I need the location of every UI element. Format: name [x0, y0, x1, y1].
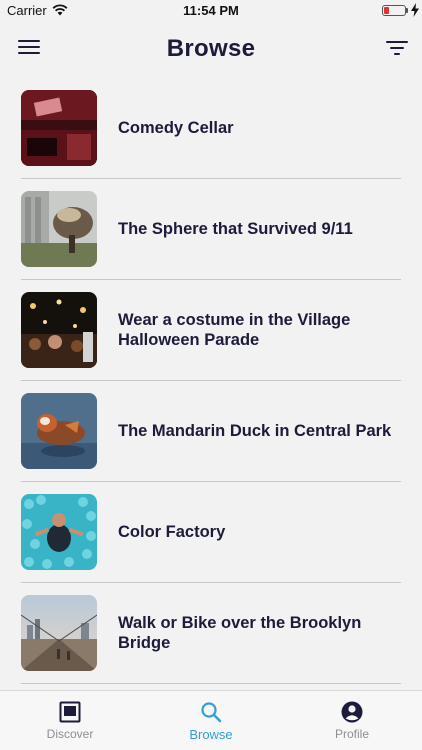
tab-bar: Discover Browse Profile	[0, 690, 422, 750]
status-time: 11:54 PM	[183, 3, 239, 18]
list-item[interactable]: Walk or Bike over the Brooklyn Bridge	[0, 583, 422, 684]
page-title: Browse	[166, 35, 256, 62]
navigation-bar: Browse	[0, 22, 422, 78]
item-thumbnail	[21, 595, 97, 671]
item-thumbnail	[21, 90, 97, 166]
charging-bolt-icon	[411, 3, 419, 17]
tab-browse[interactable]: Browse	[141, 691, 281, 750]
list-item[interactable]: The Mandarin Duck in Central Park	[0, 381, 422, 482]
item-title: Wear a costume in the Village Halloween …	[118, 311, 351, 349]
tab-profile[interactable]: Profile	[282, 691, 422, 750]
tab-discover[interactable]: Discover	[0, 691, 140, 750]
item-thumbnail	[21, 494, 97, 570]
browse-screen: Carrier 11:54 PM Browse Comedy Cellar Th…	[0, 0, 422, 750]
list-item[interactable]: Comedy Cellar	[0, 78, 422, 179]
profile-icon	[341, 701, 363, 723]
divider	[21, 683, 401, 684]
filter-icon[interactable]	[386, 41, 408, 59]
browse-list: Comedy Cellar The Sphere that Survived 9…	[0, 78, 422, 684]
item-thumbnail	[21, 393, 97, 469]
item-title: Walk or Bike over the Brooklyn Bridge	[118, 614, 362, 652]
list-item[interactable]: The Sphere that Survived 9/11	[0, 179, 422, 280]
item-thumbnail	[21, 191, 97, 267]
item-title: The Mandarin Duck in Central Park	[118, 422, 392, 440]
search-icon	[201, 702, 222, 723]
battery-icon	[382, 5, 406, 16]
item-title: Color Factory	[118, 523, 226, 541]
item-title: The Sphere that Survived 9/11	[118, 220, 353, 238]
battery-cap	[406, 8, 408, 13]
tab-label: Profile	[334, 727, 369, 741]
status-bar: Carrier 11:54 PM	[0, 0, 422, 22]
item-thumbnail	[21, 292, 97, 368]
discover-icon	[59, 701, 81, 723]
item-title: Comedy Cellar	[118, 119, 234, 137]
tab-label: Discover	[46, 727, 94, 741]
tab-label: Browse	[189, 727, 233, 742]
list-item[interactable]: Wear a costume in the Village Halloween …	[0, 280, 422, 381]
list-item[interactable]: Color Factory	[0, 482, 422, 583]
